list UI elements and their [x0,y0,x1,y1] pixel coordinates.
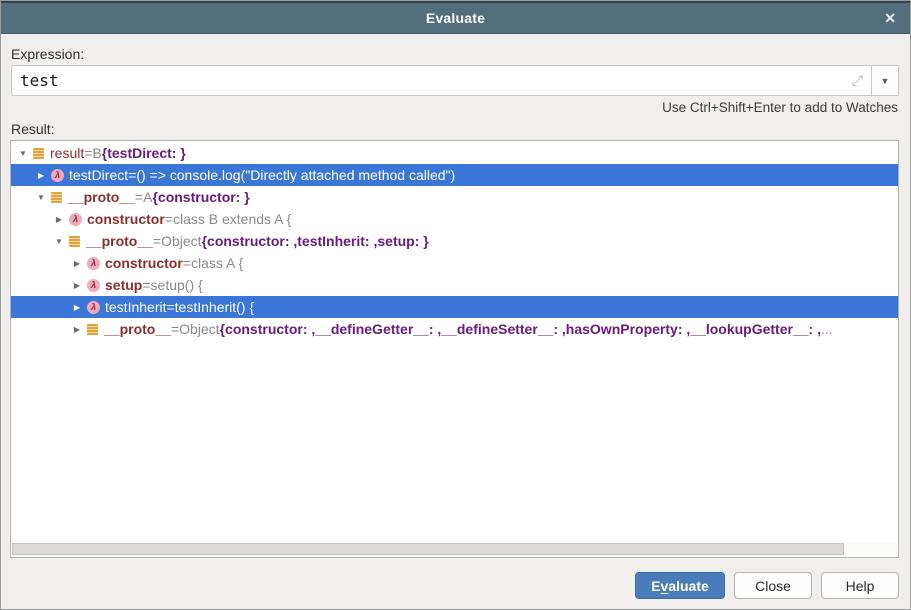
close-button[interactable]: Close [734,572,812,599]
horizontal-scrollbar[interactable] [12,543,897,556]
chevron-collapsed-icon[interactable]: ▶ [71,281,83,290]
node-name: __proto__ [68,189,135,205]
lambda-function-icon: λ [51,168,64,182]
lambda-function-icon: λ [69,212,82,226]
tree-row[interactable]: ▼ __proto__ = Object {constructor: ,testI… [11,230,898,252]
node-name: __proto__ [104,321,171,337]
dialog-title: Evaluate [425,10,486,26]
equals-sign: = [134,189,144,205]
node-preview: {constructor: ,testInherit: ,setup: } [201,233,429,249]
chevron-collapsed-icon[interactable]: ▶ [53,215,65,224]
object-icon [69,235,80,247]
tree-row[interactable]: ▼ result = B {testDirect: } [11,142,898,164]
node-name: __proto__ [86,233,153,249]
node-name: result [50,145,85,161]
chevron-collapsed-icon[interactable]: ▶ [71,325,83,334]
expression-label: Expression: [11,46,85,62]
equals-sign: = [182,255,191,271]
equals-sign: = [142,277,151,293]
node-value: () => console.log("Directly attached met… [136,167,456,183]
result-tree: ▼ result = B {testDirect: } ▶ λ testDirect =… [10,140,899,558]
scrollbar-thumb[interactable] [12,543,844,555]
node-preview: {constructor: } [152,189,250,205]
tree-row[interactable]: ▼ __proto__ = A {constructor: } [11,186,898,208]
chevron-down-icon: ▼ [880,75,890,86]
object-icon [51,191,62,203]
chevron-expanded-icon[interactable]: ▼ [53,237,65,246]
node-name: constructor [87,211,165,227]
node-value: class B extends A { [172,211,292,227]
close-icon[interactable]: ✕ [884,11,896,25]
tree-row[interactable]: ▶ λ setup = setup() { [11,274,898,296]
chevron-expanded-icon[interactable]: ▼ [17,149,29,158]
history-dropdown-button[interactable]: ▼ [872,66,898,95]
evaluate-button[interactable]: Evaluate [635,572,725,599]
lambda-function-icon: λ [87,256,100,270]
node-value: Object [161,233,202,249]
chevron-collapsed-icon[interactable]: ▶ [71,259,83,268]
expression-input[interactable] [12,66,844,95]
node-preview: {testDirect: } [101,145,186,161]
result-label: Result: [11,121,55,137]
tree-row[interactable]: ▶ λ testDirect = () => console.log("Direct… [11,164,898,186]
node-value: Object [179,321,220,337]
evaluate-dialog: Evaluate ✕ Expression: ⤢ ▼ Use Ctrl+Shif… [0,0,911,610]
node-name: setup [105,277,143,293]
node-name: testDirect [69,167,129,183]
result-tree-rows: ▼ result = B {testDirect: } ▶ λ testDirect =… [11,142,898,340]
chevron-expanded-icon[interactable]: ▼ [35,193,47,202]
node-name: constructor [105,255,183,271]
node-preview: {constructor: ,__defineGetter__: ,__defi… [219,321,821,337]
lambda-function-icon: λ [87,278,100,292]
watches-hint: Use Ctrl+Shift+Enter to add to Watches [662,100,898,115]
chevron-collapsed-icon[interactable]: ▶ [71,303,83,312]
expression-field: ⤢ ▼ [11,65,899,96]
equals-sign: = [170,321,180,337]
tree-row[interactable]: ▶ λ testInherit = testInherit() { [11,296,898,318]
chevron-collapsed-icon[interactable]: ▶ [35,171,47,180]
object-icon [33,147,44,159]
node-name: testInherit [105,299,167,315]
node-value: B [92,145,102,161]
node-value: testInherit() { [174,299,255,315]
dialog-buttons: Evaluate Close Help [635,572,899,599]
equals-sign: = [152,233,162,249]
equals-sign: = [164,211,173,227]
lambda-function-icon: λ [87,300,100,314]
tree-row[interactable]: ▶ λ constructor = class B extends A { [11,208,898,230]
expand-editor-icon[interactable]: ⤢ [844,72,871,89]
tree-row[interactable]: ▶ __proto__ = Object {constructor: ,__def… [11,318,898,340]
node-ellipsis: ... [820,321,833,337]
node-value: A [143,189,153,205]
node-value: setup() { [150,277,203,293]
equals-sign: = [128,167,137,183]
title-bar: Evaluate ✕ [1,1,910,34]
tree-row[interactable]: ▶ λ constructor = class A { [11,252,898,274]
help-button[interactable]: Help [821,572,899,599]
node-value: class A { [190,255,244,271]
object-icon [87,323,98,335]
equals-sign: = [84,145,93,161]
equals-sign: = [166,299,175,315]
